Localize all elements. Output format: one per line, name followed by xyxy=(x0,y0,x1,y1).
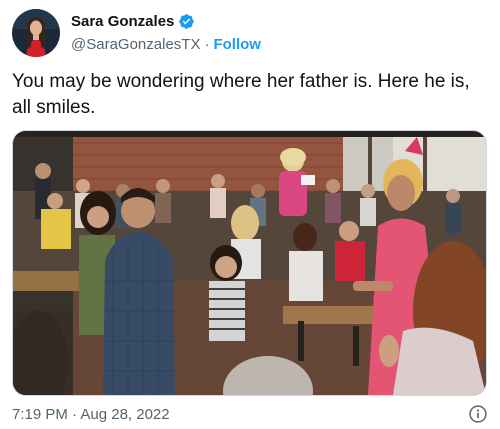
follow-button[interactable]: Follow xyxy=(213,36,261,53)
author-names: Sara Gonzales @SaraGonzalesTX · Follow xyxy=(71,12,261,55)
tweet-media-image[interactable] xyxy=(12,130,487,396)
display-name[interactable]: Sara Gonzales xyxy=(71,13,174,30)
tweet-text: You may be wondering where her father is… xyxy=(12,71,470,118)
tweet-timestamp[interactable]: 7:19 PM · Aug 28, 2022 xyxy=(12,406,170,423)
handle-row: @SaraGonzalesTX · Follow xyxy=(71,35,261,55)
avatar[interactable] xyxy=(12,9,60,57)
tweet-card: Sara Gonzales @SaraGonzalesTX · Follow Y… xyxy=(0,0,500,429)
info-icon[interactable] xyxy=(468,404,488,424)
verified-badge-icon xyxy=(178,13,195,30)
name-row: Sara Gonzales xyxy=(71,12,261,32)
author-handle[interactable]: @SaraGonzalesTX xyxy=(71,36,200,53)
separator-dot: · xyxy=(204,36,210,53)
tweet-footer: 7:19 PM · Aug 28, 2022 xyxy=(12,404,488,424)
tweet-header: Sara Gonzales @SaraGonzalesTX · Follow xyxy=(12,8,488,58)
